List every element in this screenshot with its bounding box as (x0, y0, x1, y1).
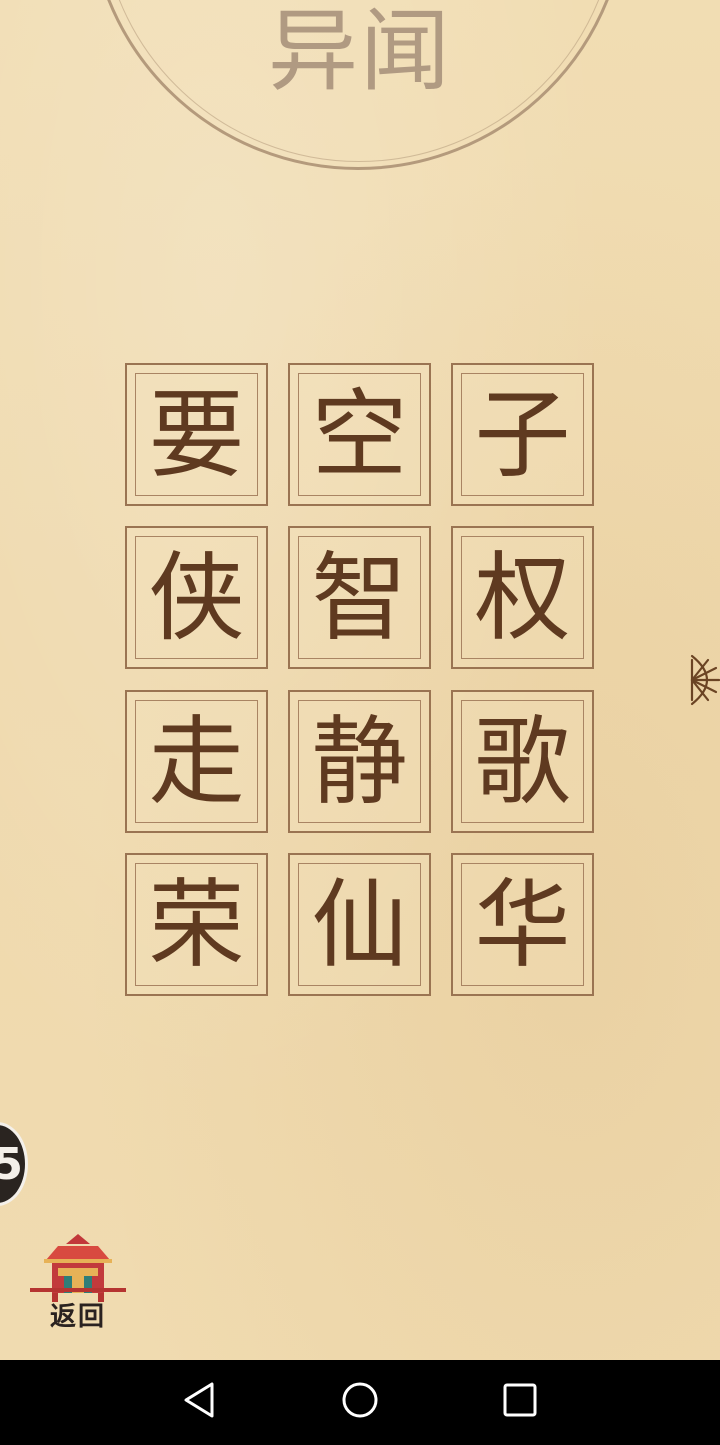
tile-character: 空 (311, 378, 408, 491)
tile-character: 仙 (311, 868, 408, 981)
tile-character: 要 (148, 378, 245, 491)
nav-home-button[interactable] (320, 1360, 400, 1440)
character-tile[interactable]: 华 (451, 853, 594, 996)
tile-character: 荣 (148, 868, 245, 981)
system-nav-bar (0, 1360, 720, 1440)
character-grid: 要 空 子 侠 智 权 走 静 歌 荣 仙 华 (125, 363, 595, 996)
hint-counter-badge[interactable]: 5 (0, 1122, 28, 1206)
character-tile[interactable]: 要 (125, 363, 268, 506)
tile-character: 华 (474, 868, 571, 981)
nav-recents-button[interactable] (480, 1360, 560, 1440)
character-tile[interactable]: 走 (125, 690, 268, 833)
character-tile[interactable]: 智 (288, 526, 431, 669)
character-tile[interactable]: 荣 (125, 853, 268, 996)
tile-character: 走 (148, 705, 245, 818)
square-recents-icon (503, 1383, 537, 1417)
circle-home-icon (342, 1382, 378, 1418)
tile-character: 侠 (148, 541, 245, 654)
hint-counter-value: 5 (0, 1138, 23, 1190)
character-tile[interactable]: 权 (451, 526, 594, 669)
back-button-label: 返回 (49, 1302, 106, 1332)
tile-character: 歌 (474, 705, 571, 818)
page-title: 异闻 (268, 0, 452, 104)
character-tile[interactable]: 歌 (451, 690, 594, 833)
character-tile[interactable]: 空 (288, 363, 431, 506)
tile-character: 静 (311, 705, 408, 818)
nav-back-button[interactable] (160, 1360, 240, 1440)
fan-icon[interactable] (688, 652, 720, 708)
character-tile[interactable]: 子 (451, 363, 594, 506)
character-tile[interactable]: 静 (288, 690, 431, 833)
tile-character: 子 (474, 378, 571, 491)
tile-character: 权 (474, 541, 571, 654)
pavilion-icon (30, 1234, 126, 1302)
triangle-back-icon (184, 1382, 214, 1418)
character-tile[interactable]: 仙 (288, 853, 431, 996)
game-screen: 异闻 要 空 子 侠 智 权 走 静 歌 荣 仙 华 5 返回 (0, 0, 720, 1360)
character-tile[interactable]: 侠 (125, 526, 268, 669)
tile-character: 智 (311, 541, 408, 654)
back-button[interactable]: 返回 (28, 1232, 128, 1332)
